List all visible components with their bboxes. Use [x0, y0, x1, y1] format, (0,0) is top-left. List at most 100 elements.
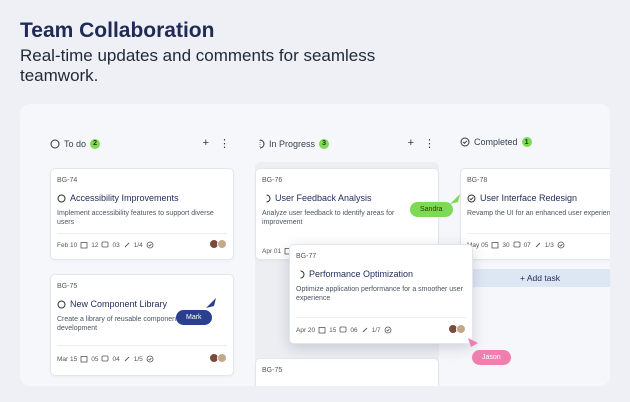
check-circle-icon: [467, 194, 476, 203]
comment-count: 03: [112, 241, 120, 249]
divider: [57, 233, 227, 234]
paperclip-icon: [123, 241, 131, 249]
task-description: Analyze user feedback to identify areas …: [262, 210, 395, 226]
task-description: Implement accessibility features to supp…: [57, 210, 214, 226]
task-description: Revamp the UI for an enhanced user exper…: [467, 210, 610, 217]
circle-icon: [57, 300, 66, 309]
task-title-text: User Feedback Analysis: [275, 193, 372, 203]
calendar-icon: [318, 326, 326, 334]
check-circle-icon: [460, 137, 470, 147]
divider: [467, 233, 610, 234]
calendar-icon: [491, 241, 499, 249]
comment-count: 04: [112, 355, 120, 363]
due-date: Apr 01: [262, 247, 282, 255]
column-title: In Progress: [269, 138, 316, 149]
half-circle-icon: [262, 194, 271, 203]
check-icon: [384, 326, 392, 334]
calendar-icon: [80, 355, 88, 363]
task-meta: Mar 15 05 04 1/5: [57, 355, 154, 363]
due-date: Feb 10: [57, 241, 78, 249]
circle-icon: [57, 194, 66, 203]
avatar: [217, 353, 227, 363]
half-circle-icon: [255, 139, 265, 149]
cursor-arrow-icon: [206, 298, 216, 308]
task-id: BG-77: [296, 253, 317, 260]
more-vertical-icon[interactable]: ⋮: [424, 137, 435, 150]
hero-subtitle: Real-time updates and comments for seaml…: [20, 46, 376, 85]
subtask-count: 1/5: [133, 355, 143, 363]
comment-count: 07: [523, 241, 531, 249]
file-count: 30: [502, 241, 510, 249]
paperclip-icon: [123, 355, 131, 363]
calendar-icon: [80, 241, 88, 249]
hero-title: Team Collaboration: [20, 19, 215, 42]
task-title-text: New Component Library: [70, 299, 168, 309]
task-title-text: User Interface Redesign: [480, 193, 578, 203]
comment-icon: [339, 326, 347, 334]
check-icon: [146, 355, 154, 363]
task-title: User Feedback Analysis: [262, 193, 372, 203]
cursor-label: Jason: [472, 350, 511, 365]
comment-icon: [101, 241, 109, 249]
half-circle-icon: [296, 270, 305, 279]
task-meta: Apr 20 15 06 1/7: [296, 326, 392, 334]
file-count: 05: [91, 355, 99, 363]
cursor-arrow-icon: [450, 194, 460, 204]
task-title: User Interface Redesign: [467, 193, 577, 203]
file-count: 12: [91, 241, 99, 249]
task-title: Accessibility Improvements: [57, 193, 179, 203]
task-title: Performance Optimization: [296, 269, 413, 279]
column-header: In Progress 3 + ⋮: [255, 137, 445, 150]
cursor-arrow-icon: [468, 338, 478, 347]
task-id: BG-78: [467, 177, 488, 184]
task-meta: Apr 01: [262, 247, 292, 255]
subtask-count: 1/3: [544, 241, 554, 249]
count-badge: 3: [319, 138, 330, 149]
divider: [296, 317, 466, 318]
task-title: New Component Library: [57, 299, 167, 309]
comment-icon: [101, 355, 109, 363]
plus-icon[interactable]: +: [408, 137, 414, 150]
column-in-progress: In Progress 3 + ⋮ BG-76 User Feedback An…: [255, 104, 473, 386]
column-header: Completed 1: [460, 137, 610, 147]
task-card[interactable]: BG-75: [255, 358, 439, 386]
assignees: [209, 239, 227, 249]
task-card-dragging[interactable]: BG-77 Performance Optimization Optimize …: [289, 244, 473, 344]
count-badge: 2: [90, 138, 101, 149]
comment-icon: [513, 241, 521, 249]
task-id: BG-75: [262, 367, 283, 374]
count-badge: 1: [521, 137, 532, 147]
paperclip-icon: [361, 326, 369, 334]
task-card[interactable]: BG-74 Accessibility Improvements Impleme…: [50, 168, 234, 260]
avatar: [217, 239, 227, 249]
column-title: To do: [64, 138, 87, 149]
task-card[interactable]: BG-78 User Interface Redesign Revamp the…: [460, 168, 610, 260]
task-title-text: Accessibility Improvements: [70, 193, 179, 203]
paperclip-icon: [534, 241, 542, 249]
assignees: [448, 324, 466, 334]
add-task-button[interactable]: + Add task: [460, 269, 610, 287]
check-icon: [557, 241, 565, 249]
task-title-text: Performance Optimization: [309, 269, 414, 279]
task-id: BG-75: [57, 283, 78, 290]
task-description: Optimize application performance for a s…: [296, 286, 463, 302]
column-completed: Completed 1 BG-78 User Interface Redesig…: [460, 104, 610, 386]
due-date: Mar 15: [57, 355, 78, 363]
task-meta: May 05 30 07 1/3: [467, 241, 565, 249]
task-id: BG-74: [57, 177, 78, 184]
plus-icon[interactable]: +: [203, 137, 209, 150]
circle-icon: [50, 139, 60, 149]
divider: [57, 345, 227, 346]
assignees: [209, 353, 227, 363]
more-vertical-icon[interactable]: ⋮: [219, 137, 230, 150]
column-header: To do 2 + ⋮: [50, 137, 240, 150]
comment-count: 06: [350, 326, 358, 334]
check-icon: [146, 241, 154, 249]
file-count: 15: [329, 326, 337, 334]
task-card[interactable]: BG-75 New Component Library Create a lib…: [50, 274, 234, 376]
cursor-label: Mark: [176, 310, 212, 325]
task-meta: Feb 10 12 03 1/4: [57, 241, 154, 249]
cursor-label: Sandra: [410, 202, 453, 217]
due-date: Apr 20: [296, 326, 316, 334]
subtask-count: 1/4: [133, 241, 143, 249]
